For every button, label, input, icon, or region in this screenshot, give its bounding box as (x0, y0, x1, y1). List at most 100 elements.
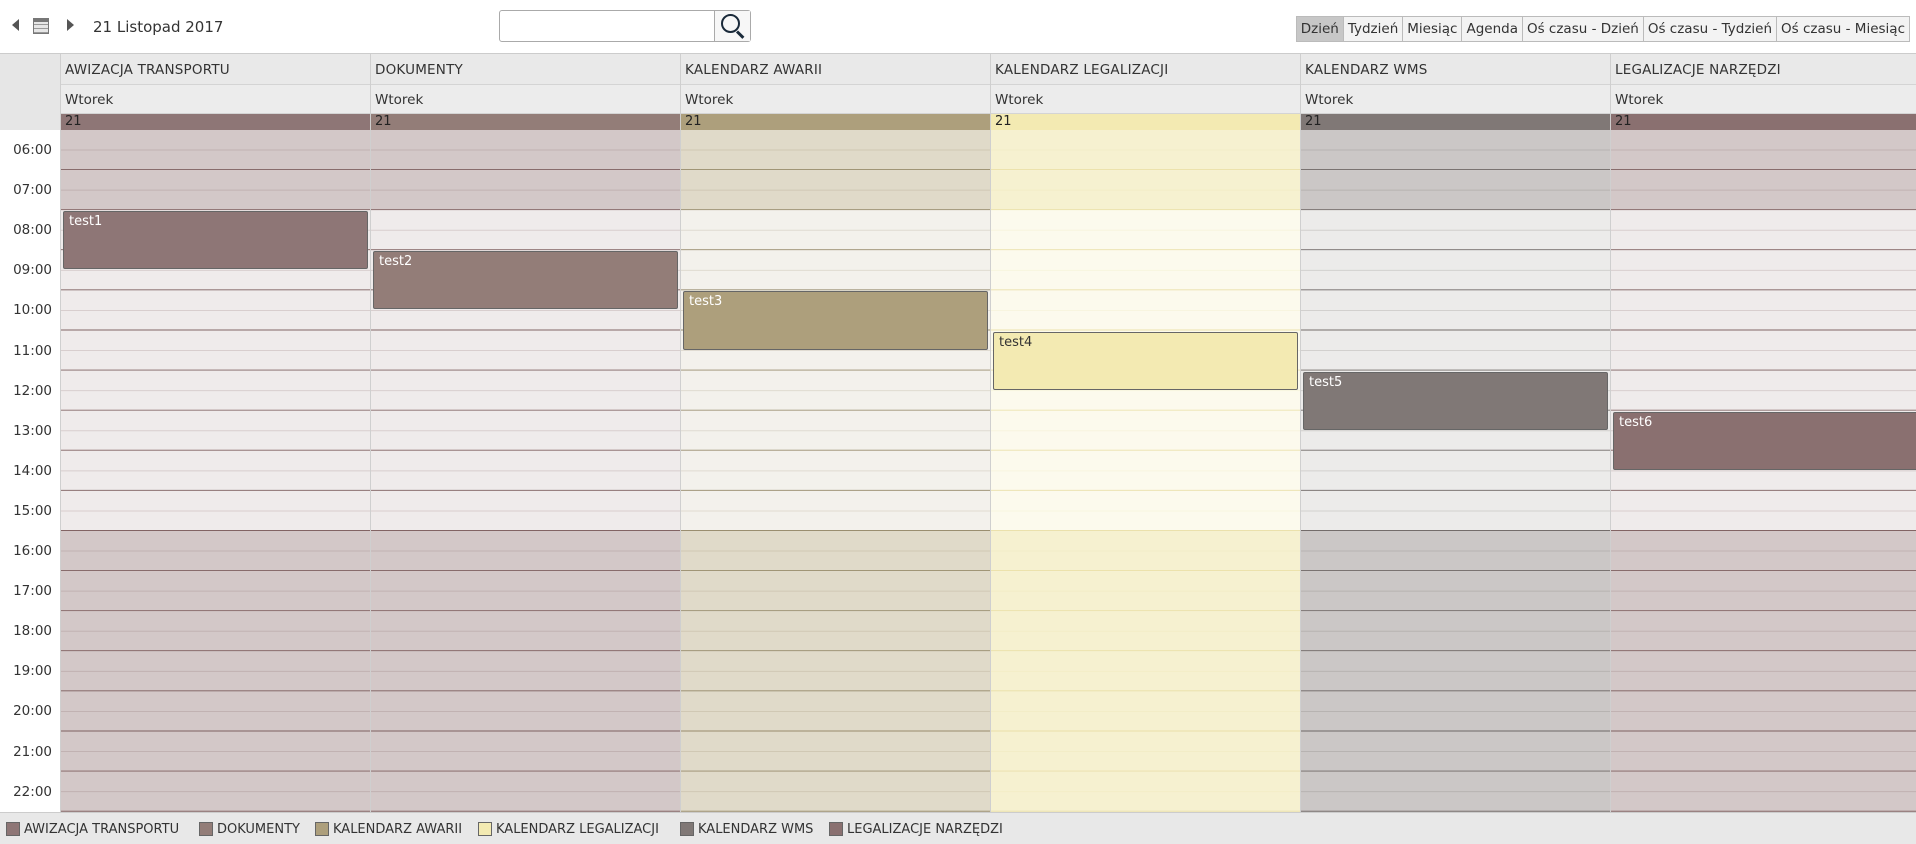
day-name-header: Wtorek (991, 85, 1300, 114)
date-header[interactable]: 21 (991, 114, 1300, 130)
legend-swatch (680, 822, 694, 836)
next-day-icon[interactable] (67, 19, 74, 31)
calendar-event[interactable]: test5 (1303, 371, 1608, 430)
calendar-day-body[interactable]: test2 (371, 130, 681, 812)
date-number: 21 (1305, 114, 1322, 129)
calendar-event[interactable]: test3 (683, 291, 988, 350)
time-label: 18:00 (13, 623, 52, 640)
date-header[interactable]: 21 (1301, 114, 1610, 130)
calendar-column: AWIZACJA TRANSPORTU Wtorek 21 test1 (60, 54, 371, 812)
calendar-event[interactable]: test2 (373, 251, 678, 310)
calendar-event[interactable]: test1 (63, 211, 368, 270)
calendar-column-header: KALENDARZ LEGALIZACJI (991, 54, 1300, 85)
calendar-event[interactable]: test6 (1613, 411, 1916, 470)
day-name: Wtorek (1615, 92, 1664, 108)
calendar-name: LEGALIZACJE NARZĘDZI (1615, 62, 1781, 78)
legend-label: KALENDARZ WMS (698, 821, 814, 837)
calendar-column: KALENDARZ WMS Wtorek 21 test5 (1300, 54, 1611, 812)
calendar-day-body[interactable]: test5 (1301, 130, 1611, 812)
view-button[interactable]: Oś czasu - Dzień (1523, 17, 1644, 41)
legend-item[interactable]: AWIZACJA TRANSPORTU (6, 821, 180, 837)
date-number: 21 (65, 114, 82, 129)
event-title: test6 (1619, 414, 1653, 430)
day-name: Wtorek (685, 92, 734, 108)
calendar-icon[interactable] (33, 18, 49, 34)
legend-swatch (315, 822, 329, 836)
view-button[interactable]: Dzień (1296, 17, 1344, 41)
date-header[interactable]: 21 (61, 114, 370, 130)
date-number: 21 (995, 114, 1012, 129)
calendar-name: DOKUMENTY (375, 62, 463, 78)
current-date: 21 Listopad 2017 (93, 18, 224, 36)
legend-label: KALENDARZ LEGALIZACJI (496, 821, 659, 837)
time-label: 06:00 (13, 142, 52, 158)
view-switcher: Dzień Tydzień Miesiąc Agenda Oś czasu - Dzie… (1295, 16, 1910, 42)
day-name: Wtorek (995, 92, 1044, 108)
time-slots (991, 130, 1301, 812)
legend-item[interactable]: KALENDARZ WMS (680, 821, 814, 837)
search-box (499, 10, 751, 42)
legend-item[interactable]: DOKUMENTY (199, 821, 300, 837)
legend-swatch (199, 822, 213, 836)
search-button[interactable] (714, 11, 750, 41)
calendar-column: KALENDARZ AWARII Wtorek 21 test3 (680, 54, 991, 812)
calendar-day-body[interactable]: test4 (991, 130, 1301, 812)
previous-day-icon[interactable] (12, 19, 19, 31)
calendar-column-header: KALENDARZ AWARII (681, 54, 990, 85)
view-button[interactable]: Oś czasu - Miesiąc (1777, 17, 1909, 41)
day-name-header: Wtorek (681, 85, 990, 114)
legend-label: DOKUMENTY (217, 821, 300, 837)
calendar-column: DOKUMENTY Wtorek 21 test2 (370, 54, 681, 812)
time-slots (681, 130, 991, 812)
view-button[interactable]: Miesiąc (1403, 17, 1463, 41)
time-label: 13:00 (13, 422, 52, 439)
event-title: test2 (379, 254, 413, 270)
calendar-day-body[interactable]: test6 (1611, 130, 1916, 812)
time-slots (1301, 130, 1611, 812)
calendar-name: KALENDARZ LEGALIZACJI (995, 62, 1169, 78)
time-label: 21:00 (13, 743, 52, 760)
time-label: 17:00 (13, 583, 52, 600)
calendar-day-body[interactable]: test3 (681, 130, 991, 812)
day-name: Wtorek (1305, 92, 1354, 108)
day-name: Wtorek (65, 92, 114, 108)
calendar-column: LEGALIZACJE NARZĘDZI Wtorek 21 test6 (1610, 54, 1916, 812)
calendar-name: KALENDARZ WMS (1305, 62, 1428, 78)
calendar-legend: AWIZACJA TRANSPORTU DOKUMENTY KALENDARZ AW… (0, 812, 1916, 844)
time-slots (1611, 130, 1916, 812)
date-number: 21 (1615, 114, 1632, 129)
time-label: 16:00 (13, 543, 52, 559)
view-button[interactable]: Tydzień (1344, 17, 1404, 41)
legend-item[interactable]: KALENDARZ AWARII (315, 821, 463, 837)
day-name-header: Wtorek (371, 85, 680, 114)
day-name-header: Wtorek (1611, 85, 1916, 114)
legend-item[interactable]: KALENDARZ LEGALIZACJI (478, 821, 659, 837)
view-button[interactable]: Agenda (1462, 17, 1523, 41)
day-name: Wtorek (375, 92, 424, 108)
legend-label: LEGALIZACJE NARZĘDZI (847, 821, 1003, 837)
view-button[interactable]: Oś czasu - Tydzień (1644, 17, 1778, 41)
legend-swatch (478, 822, 492, 836)
date-header[interactable]: 21 (371, 114, 680, 130)
event-title: test4 (999, 334, 1033, 350)
calendar-column-header: LEGALIZACJE NARZĘDZI (1611, 54, 1916, 85)
date-header[interactable]: 21 (681, 114, 990, 130)
date-number: 21 (685, 114, 702, 129)
calendar-event[interactable]: test4 (993, 331, 1298, 390)
time-label: 22:00 (13, 783, 52, 800)
legend-swatch (6, 822, 20, 836)
legend-label: AWIZACJA TRANSPORTU (24, 821, 180, 837)
legend-label: KALENDARZ AWARII (333, 821, 463, 837)
legend-swatch (829, 822, 843, 836)
event-title: test1 (69, 214, 103, 230)
calendar-day-body[interactable]: test1 (61, 130, 371, 812)
search-input[interactable] (503, 14, 712, 40)
date-header[interactable]: 21 (1611, 114, 1916, 130)
time-label: 20:00 (13, 703, 52, 720)
date-number: 21 (375, 114, 392, 129)
day-name-header: Wtorek (61, 85, 370, 114)
day-name-header: Wtorek (1301, 85, 1610, 114)
calendar-column-header: AWIZACJA TRANSPORTU (61, 54, 370, 85)
event-title: test3 (689, 294, 723, 310)
legend-item[interactable]: LEGALIZACJE NARZĘDZI (829, 821, 1003, 837)
